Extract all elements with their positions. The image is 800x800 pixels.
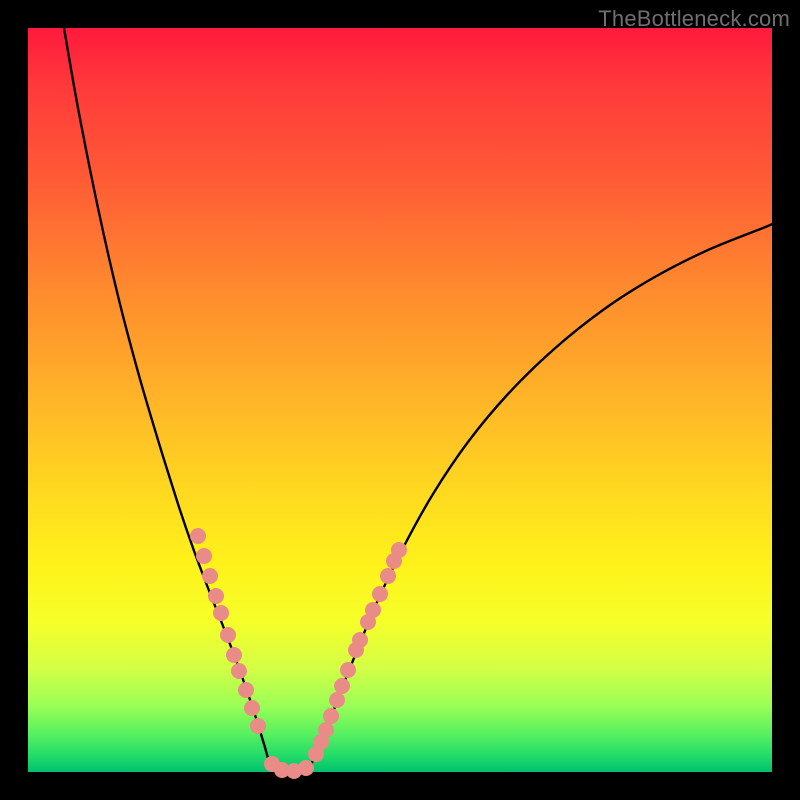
bottleneck-curve	[64, 28, 772, 771]
dots-group	[190, 528, 407, 779]
data-point	[298, 760, 314, 776]
chart-frame: TheBottleneck.com	[0, 0, 800, 800]
data-point	[196, 548, 212, 564]
data-point	[244, 700, 260, 716]
data-point	[372, 586, 388, 602]
data-point	[213, 605, 229, 621]
data-point	[231, 663, 247, 679]
data-point	[226, 647, 242, 663]
curve-group	[64, 28, 772, 771]
data-point	[352, 632, 368, 648]
data-point	[323, 708, 339, 724]
data-point	[250, 718, 266, 734]
data-point	[334, 678, 350, 694]
curve-svg	[28, 28, 772, 772]
data-point	[238, 682, 254, 698]
data-point	[208, 588, 224, 604]
data-point	[380, 568, 396, 584]
data-point	[391, 542, 407, 558]
data-point	[340, 662, 356, 678]
data-point	[318, 722, 334, 738]
data-point	[190, 528, 206, 544]
data-point	[220, 627, 236, 643]
plot-area	[28, 28, 772, 772]
data-point	[365, 602, 381, 618]
data-point	[329, 692, 345, 708]
data-point	[202, 568, 218, 584]
